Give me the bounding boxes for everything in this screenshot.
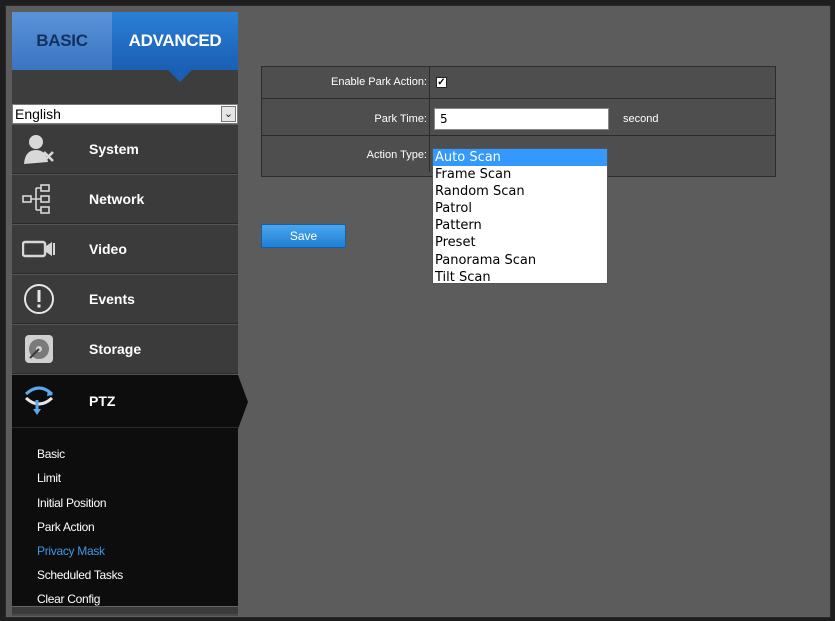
nav-item-video[interactable]: Video [12,224,238,274]
submenu-item-privacy-mask[interactable]: Privacy Mask [37,544,105,558]
tab-bar-footer [12,70,238,104]
pan-tilt-arrows-icon [24,386,54,415]
form-row-park-time: Park Time: 5 second [262,99,775,136]
nav-label: PTZ [89,393,116,409]
chevron-down-icon[interactable]: ⌄ [221,106,236,122]
form-row-enable-park: Enable Park Action: ✓ [262,67,775,99]
nav-label: System [89,141,139,157]
enable-park-checkbox[interactable]: ✓ [436,77,447,88]
tab-basic[interactable]: BASIC [12,12,112,70]
tab-advanced[interactable]: ADVANCED [112,12,238,70]
tab-bar: BASIC ADVANCED [12,12,238,70]
nav-label: Network [89,191,145,207]
form-value-cell: ✓ [429,67,775,98]
enable-park-label: Enable Park Action: [330,76,427,88]
nav-label: Storage [89,341,142,357]
hard-disk-icon [25,335,53,363]
park-time-input[interactable]: 5 [434,108,609,130]
park-time-label: Park Time: [374,113,427,125]
action-option-pattern[interactable]: Pattern [433,217,607,234]
action-option-patrol[interactable]: Patrol [433,200,607,217]
sidebar-footer [12,606,238,614]
submenu-item-limit[interactable]: Limit [37,471,61,485]
action-type-listbox[interactable]: Auto Scan Frame Scan Random Scan Patrol … [432,148,608,284]
video-camera-icon [22,240,55,258]
action-option-frame-scan[interactable]: Frame Scan [433,166,607,183]
user-settings-icon [24,135,54,164]
submenu-item-clear-config[interactable]: Clear Config [37,592,100,606]
alert-circle-icon [24,284,54,314]
ptz-submenu: Basic Limit Initial Position Park Action… [12,428,238,606]
nav-item-system[interactable]: System [12,124,238,174]
nav-label: Events [89,291,135,307]
form-value-cell: 5 second [429,99,775,135]
active-nav-pointer [238,375,248,429]
nav-item-ptz[interactable]: PTZ [12,374,248,429]
nav-item-storage[interactable]: Storage [12,324,238,374]
action-type-label: Action Type: [366,149,427,161]
park-time-unit: second [623,113,659,125]
action-option-panorama-scan[interactable]: Panorama Scan [433,252,607,269]
action-option-auto-scan[interactable]: Auto Scan [433,149,607,167]
network-tree-icon [22,184,50,214]
active-tab-pointer [168,70,192,82]
language-select[interactable]: English ⌄ [12,104,238,124]
action-option-tilt-scan[interactable]: Tilt Scan [433,269,607,283]
action-option-preset[interactable]: Preset [433,234,607,251]
nav-item-network[interactable]: Network [12,174,238,224]
nav-label: Video [89,241,127,257]
save-button[interactable]: Save [261,224,346,248]
submenu-item-initial-position[interactable]: Initial Position [37,496,107,510]
sidebar: BASIC ADVANCED English ⌄ System Network [12,12,248,616]
action-option-random-scan[interactable]: Random Scan [433,183,607,200]
language-select-value: English [15,106,61,122]
submenu-item-basic[interactable]: Basic [37,447,65,461]
submenu-item-scheduled-tasks[interactable]: Scheduled Tasks [37,568,123,582]
nav-item-events[interactable]: Events [12,274,238,324]
submenu-item-park-action[interactable]: Park Action [37,520,95,534]
